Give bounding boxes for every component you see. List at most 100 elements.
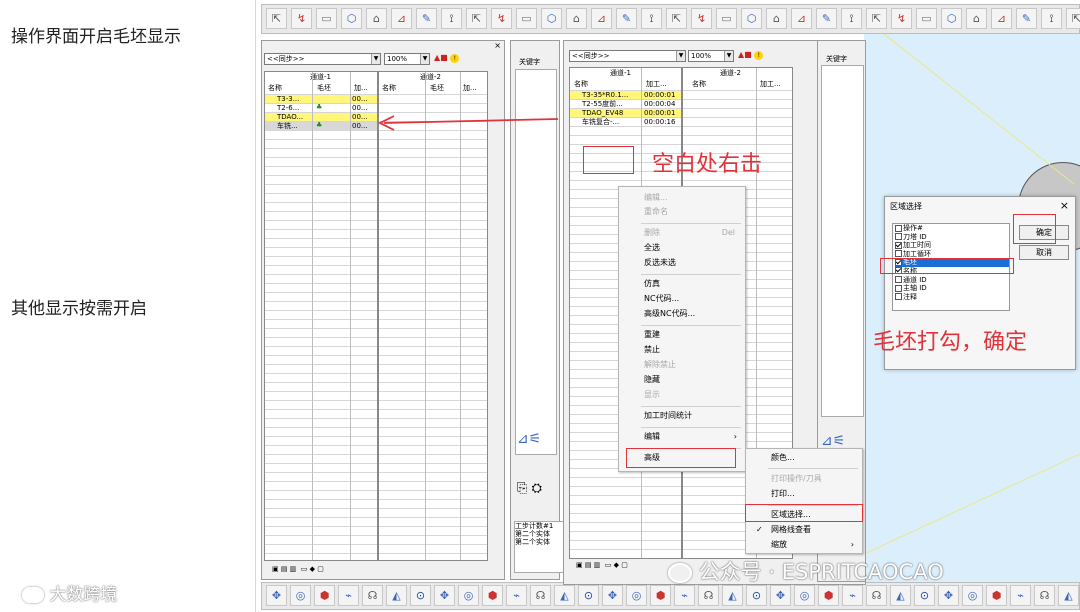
tool-icon[interactable]: ✎	[416, 8, 437, 29]
tool-icon[interactable]: ☊	[698, 585, 719, 606]
tool-icon[interactable]: ⬡	[341, 8, 362, 29]
tool-icon[interactable]: ⟟	[841, 8, 862, 29]
tool-icon[interactable]: ⟟	[641, 8, 662, 29]
menu-item-time-stats[interactable]: 加工时间统计	[619, 409, 745, 423]
submenu-item-gridlines[interactable]: ✓ 网格线查看	[746, 523, 862, 537]
checkbox-icon[interactable]	[895, 293, 902, 301]
option-6[interactable]: 通道 ID	[895, 276, 1009, 285]
tool-icon[interactable]: ⬡	[741, 8, 762, 29]
tool-icon[interactable]: ⊙	[410, 585, 431, 606]
tool-icon[interactable]: ◭	[890, 585, 911, 606]
tool-icon[interactable]: ⊙	[746, 585, 767, 606]
dialog-close-icon[interactable]: ×	[1060, 199, 1069, 212]
menu-item-nc-code[interactable]: NC代码...	[619, 292, 745, 306]
tool-icon[interactable]: ◭	[722, 585, 743, 606]
tool-icon[interactable]: ⊿	[391, 8, 412, 29]
tool-icon[interactable]: ⇱	[1066, 8, 1080, 29]
tool-icon[interactable]: ↯	[691, 8, 712, 29]
menu-item-invert-selection[interactable]: 反选未选	[619, 256, 745, 270]
panel-tabs-right[interactable]: ▣ ▤ ▥ ▭ ◆ ▢	[576, 561, 628, 573]
tool-icon[interactable]: ✎	[816, 8, 837, 29]
tool-icon[interactable]: ✎	[1016, 8, 1037, 29]
tool-icon[interactable]: ⌁	[1010, 585, 1031, 606]
submenu-item-color[interactable]: 颜色...	[746, 451, 862, 465]
tool-icon[interactable]: ⌁	[674, 585, 695, 606]
small-tool-icon[interactable]: ⎘ ⛭	[517, 481, 542, 496]
tool-icon[interactable]: ⇱	[866, 8, 887, 29]
tool-icon[interactable]: ⟟	[441, 8, 462, 29]
tool-icon[interactable]: ◎	[290, 585, 311, 606]
tool-icon[interactable]: ⌂	[966, 8, 987, 29]
tool-icon[interactable]: ⇱	[666, 8, 687, 29]
menu-item-advanced-nc[interactable]: 高级NC代码...	[619, 307, 745, 321]
tool-icon[interactable]: ⊿	[991, 8, 1012, 29]
tool-icon[interactable]: ☊	[866, 585, 887, 606]
tool-icon[interactable]: ▭	[916, 8, 937, 29]
tool-icon[interactable]: ⬡	[541, 8, 562, 29]
tool-icon[interactable]: ↯	[291, 8, 312, 29]
tool-icon[interactable]: ⬢	[986, 585, 1007, 606]
zoom-combo-left[interactable]: 100% ▼	[384, 53, 430, 65]
small-tool-icon[interactable]: ⊿⚟	[821, 433, 845, 449]
tool-icon[interactable]: ▭	[516, 8, 537, 29]
submenu-item-print[interactable]: 打印...	[746, 487, 862, 501]
menu-item-simulate[interactable]: 仿真	[619, 277, 745, 291]
menu-item-delete[interactable]: 删除 Del	[619, 226, 745, 240]
tool-icon[interactable]: ☊	[1034, 585, 1055, 606]
tool-icon[interactable]: ⌂	[566, 8, 587, 29]
tool-icon[interactable]: ▭	[716, 8, 737, 29]
tool-icon[interactable]: ✥	[602, 585, 623, 606]
menu-item-edit-sub[interactable]: 编辑 ›	[619, 430, 745, 444]
operation-grid-left[interactable]: 通道-1 通道-2 名称 毛坯 加... 名称 毛坯 加... T3-3... …	[264, 71, 488, 561]
panel-tools-icon[interactable]: ▲■ !	[434, 53, 474, 65]
tool-icon[interactable]: ⟟	[1041, 8, 1062, 29]
panel-tools-icon[interactable]: ▲■ !	[738, 50, 786, 62]
menu-item-disable[interactable]: 禁止	[619, 343, 745, 357]
tool-icon[interactable]: ☊	[530, 585, 551, 606]
cancel-button[interactable]: 取消	[1019, 245, 1069, 260]
tool-icon[interactable]: ⌂	[366, 8, 387, 29]
menu-item-show[interactable]: 显示	[619, 388, 745, 402]
checkbox-icon[interactable]	[895, 241, 902, 249]
small-tool-icon[interactable]: ⊿⚟	[517, 431, 541, 447]
tool-icon[interactable]: ◎	[458, 585, 479, 606]
tool-icon[interactable]: ⊿	[591, 8, 612, 29]
tool-icon[interactable]: ↯	[891, 8, 912, 29]
option-7[interactable]: 主轴 ID	[895, 284, 1009, 293]
menu-item-select-all[interactable]: 全选	[619, 241, 745, 255]
tool-icon[interactable]: ⊿	[791, 8, 812, 29]
checkbox-icon[interactable]	[895, 284, 902, 292]
tool-icon[interactable]: ⇱	[466, 8, 487, 29]
tool-icon[interactable]: ◎	[794, 585, 815, 606]
tool-icon[interactable]: ⌁	[338, 585, 359, 606]
option-1[interactable]: 刀塔 ID	[895, 233, 1009, 242]
tool-icon[interactable]: ☊	[362, 585, 383, 606]
tool-icon[interactable]: ⬢	[482, 585, 503, 606]
checkbox-icon[interactable]	[895, 233, 902, 241]
tool-icon[interactable]: ◭	[1058, 585, 1079, 606]
panel-tabs-left[interactable]: ▣ ▤ ▥ ▭ ◆ ▢	[272, 565, 324, 577]
tool-icon[interactable]: ◎	[962, 585, 983, 606]
option-2[interactable]: 加工时间	[895, 241, 1009, 250]
checkbox-icon[interactable]	[895, 276, 902, 284]
tool-icon[interactable]: ⬢	[314, 585, 335, 606]
tool-icon[interactable]: ✥	[938, 585, 959, 606]
tool-icon[interactable]: ⊙	[578, 585, 599, 606]
option-8[interactable]: 注释	[895, 293, 1009, 302]
tool-icon[interactable]: ⬢	[650, 585, 671, 606]
menu-item-rename[interactable]: 重命名	[619, 205, 745, 219]
menu-item-hide[interactable]: 隐藏	[619, 373, 745, 387]
sync-combo-left[interactable]: <<同步>> ▼	[264, 53, 381, 65]
submenu-item-print-ops[interactable]: 打印操作/刀具	[746, 472, 862, 486]
tool-icon[interactable]: ⌁	[506, 585, 527, 606]
tool-icon[interactable]: ↯	[491, 8, 512, 29]
tool-icon[interactable]: ✎	[616, 8, 637, 29]
tool-icon[interactable]: ⬡	[941, 8, 962, 29]
tool-icon[interactable]: ✥	[266, 585, 287, 606]
zoom-combo-right[interactable]: 100% ▼	[688, 50, 734, 62]
tool-icon[interactable]: ⊙	[914, 585, 935, 606]
checkbox-icon[interactable]	[895, 224, 902, 232]
submenu-item-zoom[interactable]: 缩放 ›	[746, 538, 862, 552]
tool-icon[interactable]: ⬢	[818, 585, 839, 606]
menu-item-rebuild[interactable]: 重建	[619, 328, 745, 342]
